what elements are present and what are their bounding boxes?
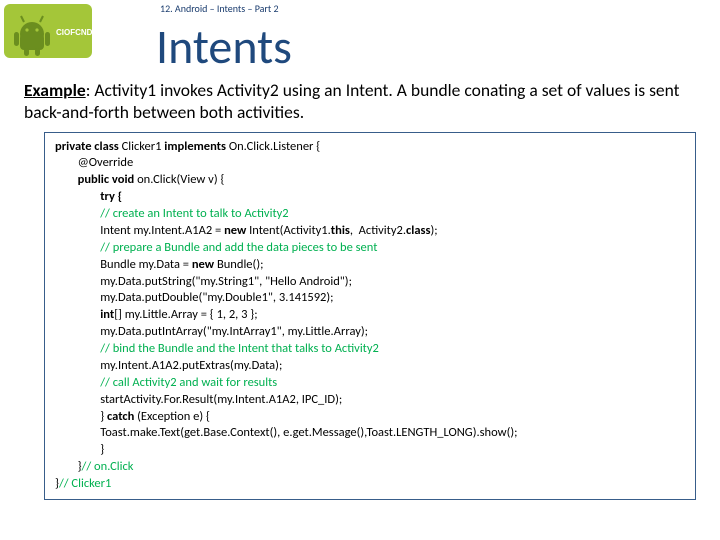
example-text: : Activity1 invokes Activity2 using an I… bbox=[24, 79, 680, 123]
code-line: my.Intent.A1A2.putExtras(my.Data); bbox=[55, 358, 685, 375]
t: } bbox=[55, 409, 107, 424]
lesson-caption: 12. Android – Intents – Part 2 bbox=[156, 0, 720, 15]
kw: catch bbox=[107, 409, 137, 424]
code-line: my.Data.putIntArray("my.IntArray1", my.L… bbox=[55, 324, 685, 341]
t: [] my.Little.Array = { 1, 2, 3 }; bbox=[114, 307, 257, 322]
kw: private class bbox=[55, 139, 122, 154]
comment: // bind the Bundle and the Intent that t… bbox=[55, 341, 379, 356]
comment: // call Activity2 and wait for results bbox=[55, 375, 277, 390]
kw: implements bbox=[164, 139, 229, 154]
comment: // on.Click bbox=[82, 459, 134, 474]
kw: int bbox=[55, 307, 114, 322]
t: on.Click(View v) { bbox=[137, 172, 224, 187]
comment: // prepare a Bundle and add the data pie… bbox=[55, 240, 377, 255]
kw: this bbox=[331, 223, 350, 238]
kw: public void bbox=[55, 172, 137, 187]
t: (get.Base.Context(), e.get.Message(),Toa… bbox=[180, 425, 396, 440]
slide-header: CIOFCND 12. Android – Intents – Part 2 I… bbox=[0, 0, 720, 74]
code-listing: private class Clicker1 implements On.Cli… bbox=[44, 132, 696, 500]
svg-text:CIOFCND: CIOFCND bbox=[56, 28, 92, 37]
page-title: Intents bbox=[156, 21, 720, 74]
code-line: @Override bbox=[55, 155, 685, 172]
t: make.Text bbox=[130, 425, 180, 440]
kw: new bbox=[224, 223, 249, 238]
t: Intent(Activity1. bbox=[249, 223, 331, 238]
t: Bundle(); bbox=[217, 257, 264, 272]
kw: try { bbox=[55, 189, 122, 204]
code-line: startActivity.For.Result(my.Intent.A1A2,… bbox=[55, 392, 685, 409]
code-line: my.Data.putDouble("my.Double1", 3.141592… bbox=[55, 290, 685, 307]
comment: // Clicker1 bbox=[59, 476, 111, 491]
t: ).show(); bbox=[473, 425, 518, 440]
kw: new bbox=[192, 257, 217, 272]
t: , Activity2. bbox=[350, 223, 406, 238]
android-logo: CIOFCND bbox=[0, 0, 96, 62]
kw: class bbox=[406, 223, 430, 238]
code-line: my.Data.putString("my.String1", "Hello A… bbox=[55, 274, 685, 291]
example-description: Example: Activity1 invokes Activity2 usi… bbox=[0, 74, 720, 128]
t: On.Click.Listener { bbox=[229, 139, 320, 154]
example-label: Example bbox=[24, 79, 86, 101]
t: Bundle my.Data = bbox=[55, 257, 192, 272]
t: (Exception e) { bbox=[137, 409, 210, 424]
code-line: } bbox=[55, 442, 685, 459]
t: Toast. bbox=[55, 425, 130, 440]
t: ); bbox=[430, 223, 437, 238]
comment: // create an Intent to talk to Activity2 bbox=[55, 206, 289, 221]
t: } bbox=[55, 459, 82, 474]
title-area: 12. Android – Intents – Part 2 Intents bbox=[96, 0, 720, 74]
t: Intent my.Intent.A1A2 = bbox=[55, 223, 224, 238]
t: LENGTH_LONG bbox=[396, 425, 473, 440]
t: Clicker1 bbox=[122, 139, 165, 154]
